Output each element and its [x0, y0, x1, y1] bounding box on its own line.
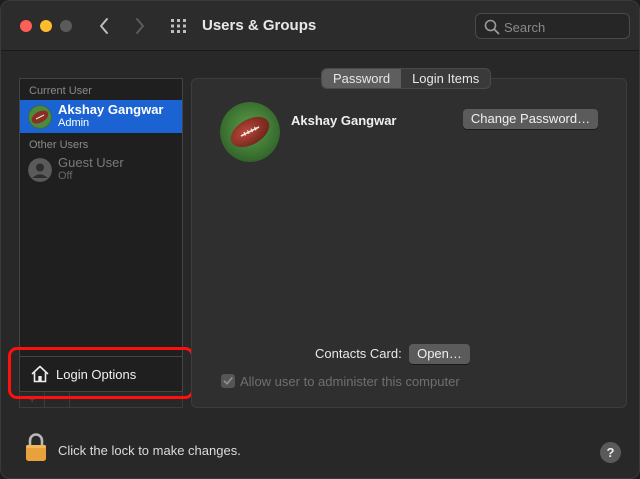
tab-bar: Password Login Items — [321, 68, 492, 89]
football-avatar-icon — [28, 105, 52, 129]
user-name: Guest User — [58, 155, 124, 170]
users-sidebar: Current User Akshay Gangwar Admin Other … — [19, 78, 183, 392]
lock-message: Click the lock to make changes. — [58, 443, 241, 458]
sidebar-item-guest-user[interactable]: Guest User Off — [20, 153, 182, 186]
close-window-button[interactable] — [20, 20, 32, 32]
user-avatar-image[interactable] — [220, 102, 280, 162]
chevron-right-icon — [136, 18, 144, 34]
user-role: Off — [58, 170, 73, 182]
user-name: Akshay Gangwar — [58, 102, 164, 117]
back-button[interactable] — [95, 15, 115, 37]
search-input[interactable] — [504, 18, 624, 36]
person-icon — [28, 158, 52, 182]
contacts-card-label: Contacts Card: — [315, 346, 402, 361]
sidebar-item-akshay-gangwar[interactable]: Akshay Gangwar Admin — [20, 100, 182, 133]
allow-admin-label: Allow user to administer this computer — [240, 374, 460, 389]
selected-user-name: Akshay Gangwar — [291, 113, 397, 128]
users-groups-window: Users & Groups Current User Akshay Gangw… — [0, 0, 640, 479]
checkmark-icon — [223, 377, 233, 385]
allow-admin-checkbox[interactable] — [221, 374, 235, 388]
search-field[interactable] — [475, 13, 630, 39]
other-users-section-label: Other Users — [29, 139, 89, 151]
tab-password[interactable]: Password — [322, 69, 402, 88]
tab-login-items[interactable]: Login Items — [401, 69, 490, 88]
user-role: Admin — [58, 117, 90, 129]
window-title: Users & Groups — [202, 17, 317, 34]
zoom-window-button[interactable] — [60, 20, 72, 32]
change-password-button[interactable]: Change Password… — [463, 109, 598, 129]
help-button[interactable]: ? — [600, 442, 621, 463]
title-bar: Users & Groups — [1, 1, 639, 51]
open-contacts-card-button[interactable]: Open… — [409, 344, 470, 364]
login-options-highlight — [8, 347, 194, 399]
lock-icon[interactable] — [25, 432, 47, 462]
show-all-button[interactable] — [169, 17, 189, 35]
grid-icon — [171, 19, 186, 33]
search-icon — [484, 19, 500, 35]
current-user-section-label: Current User — [29, 85, 92, 97]
minimize-window-button[interactable] — [40, 20, 52, 32]
chevron-left-icon — [100, 18, 108, 34]
forward-button[interactable] — [129, 15, 149, 37]
